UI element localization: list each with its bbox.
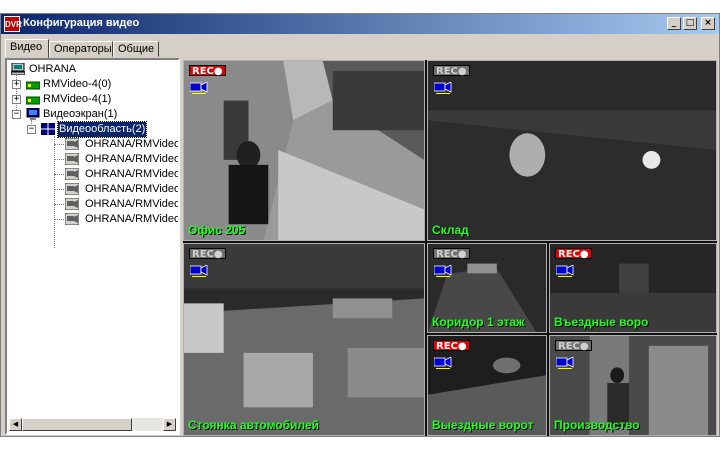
- scroll-right-button[interactable]: ▶: [163, 418, 176, 431]
- rec-indicator: REC●: [433, 65, 470, 77]
- tree-connector: [54, 219, 64, 220]
- camera-source-icon: [65, 183, 79, 195]
- tree-item-label: OHRANA/RMVideo-4: [85, 213, 180, 225]
- tab-general[interactable]: Общие: [113, 41, 159, 57]
- tree-item-label: Видеоэкран(1): [43, 108, 118, 120]
- tree-item-label: RMVideo-4(1): [43, 93, 112, 105]
- window-title: Конфигурация видео: [23, 17, 140, 29]
- camera-label: Выездные ворот: [432, 418, 534, 432]
- video-layout-icon: [41, 123, 55, 135]
- app-icon: DVR: [4, 16, 22, 32]
- camera-view-production[interactable]: REC● Производство: [549, 335, 717, 436]
- expand-toggle[interactable]: −: [12, 110, 21, 119]
- computer-icon: [11, 63, 25, 75]
- close-button[interactable]: ×: [701, 17, 715, 30]
- camera-icon: [434, 265, 452, 277]
- rec-indicator: REC●: [433, 340, 470, 352]
- camera-icon: [190, 82, 208, 94]
- camera-label: Производство: [554, 418, 640, 432]
- tree-connector: [54, 159, 64, 160]
- video-grid: REC● Офис 205 REC● Склад REC● Стоянка ав…: [183, 60, 717, 436]
- tab-operators[interactable]: Операторы: [49, 41, 113, 57]
- camera-icon: [434, 357, 452, 369]
- expand-toggle[interactable]: −: [27, 125, 36, 134]
- network-device-icon: [26, 96, 40, 105]
- camera-label: Коридор 1 этаж: [432, 315, 525, 329]
- camera-view-corridor[interactable]: REC● Коридор 1 этаж: [427, 243, 547, 333]
- title-bar[interactable]: DVR Конфигурация видео _ □ ×: [1, 14, 719, 34]
- scroll-left-button[interactable]: ◀: [9, 418, 22, 431]
- tab-video[interactable]: Видео: [5, 39, 49, 58]
- camera-label: Склад: [432, 223, 469, 237]
- device-tree[interactable]: OHRANA + RMVideo-4(0) + RMVideo-4(1) − В…: [5, 58, 180, 435]
- rec-indicator: REC●: [555, 340, 592, 352]
- tree-connector: [54, 189, 64, 190]
- camera-view-entry-gates[interactable]: REC● Въездные воро: [549, 243, 717, 333]
- expand-toggle[interactable]: +: [12, 95, 21, 104]
- tree-connector: [54, 204, 64, 205]
- tree-item-label: OHRANA/RMVideo-4: [85, 183, 180, 195]
- scroll-thumb[interactable]: [22, 418, 132, 431]
- parking-scene-image: [184, 244, 424, 435]
- camera-icon: [190, 265, 208, 277]
- horizontal-scrollbar[interactable]: ◀ ▶: [9, 418, 176, 431]
- camera-view-office[interactable]: REC● Офис 205: [183, 60, 425, 241]
- camera-view-warehouse[interactable]: REC● Склад: [427, 60, 717, 241]
- rec-indicator: REC●: [189, 65, 226, 77]
- office-scene-image: [184, 61, 424, 240]
- camera-source-icon: [65, 138, 79, 150]
- camera-icon: [556, 265, 574, 277]
- camera-label: Офис 205: [188, 223, 246, 237]
- tree-item-label: Видеообласть(2): [56, 121, 148, 138]
- camera-view-exit-gates[interactable]: REC● Выездные ворот: [427, 335, 547, 436]
- camera-view-parking[interactable]: REC● Стоянка автомобилей: [183, 243, 425, 436]
- minimize-button[interactable]: _: [667, 17, 681, 30]
- tree-item-label: OHRANA/RMVideo-4: [85, 138, 180, 150]
- camera-label: Стоянка автомобилей: [188, 418, 319, 432]
- maximize-button[interactable]: □: [683, 17, 697, 30]
- tree-item-label: OHRANA/RMVideo-4: [85, 168, 180, 180]
- tree-connector: [54, 144, 64, 145]
- tree-item-label: OHRANA/RMVideo-4: [85, 198, 180, 210]
- monitor-icon: [26, 108, 40, 120]
- network-device-icon: [26, 81, 40, 90]
- tree-item-label: RMVideo-4(0): [43, 78, 112, 90]
- rec-indicator: REC●: [555, 248, 592, 260]
- expand-toggle[interactable]: +: [12, 80, 21, 89]
- tree-connector: [54, 136, 55, 248]
- camera-source-icon: [65, 153, 79, 165]
- video-config-window: DVR Конфигурация видео _ □ × Видео Опера…: [0, 13, 720, 437]
- tree-item-label: OHRANA: [29, 63, 77, 75]
- camera-icon: [556, 357, 574, 369]
- camera-source-icon: [65, 168, 79, 180]
- camera-icon: [434, 82, 452, 94]
- rec-indicator: REC●: [433, 248, 470, 260]
- rec-indicator: REC●: [189, 248, 226, 260]
- warehouse-scene-image: [428, 61, 716, 240]
- camera-source-icon: [65, 198, 79, 210]
- tree-connector: [54, 174, 64, 175]
- tree-item-label: OHRANA/RMVideo-4: [85, 153, 180, 165]
- camera-label: Въездные воро: [554, 315, 649, 329]
- camera-source-icon: [65, 213, 79, 225]
